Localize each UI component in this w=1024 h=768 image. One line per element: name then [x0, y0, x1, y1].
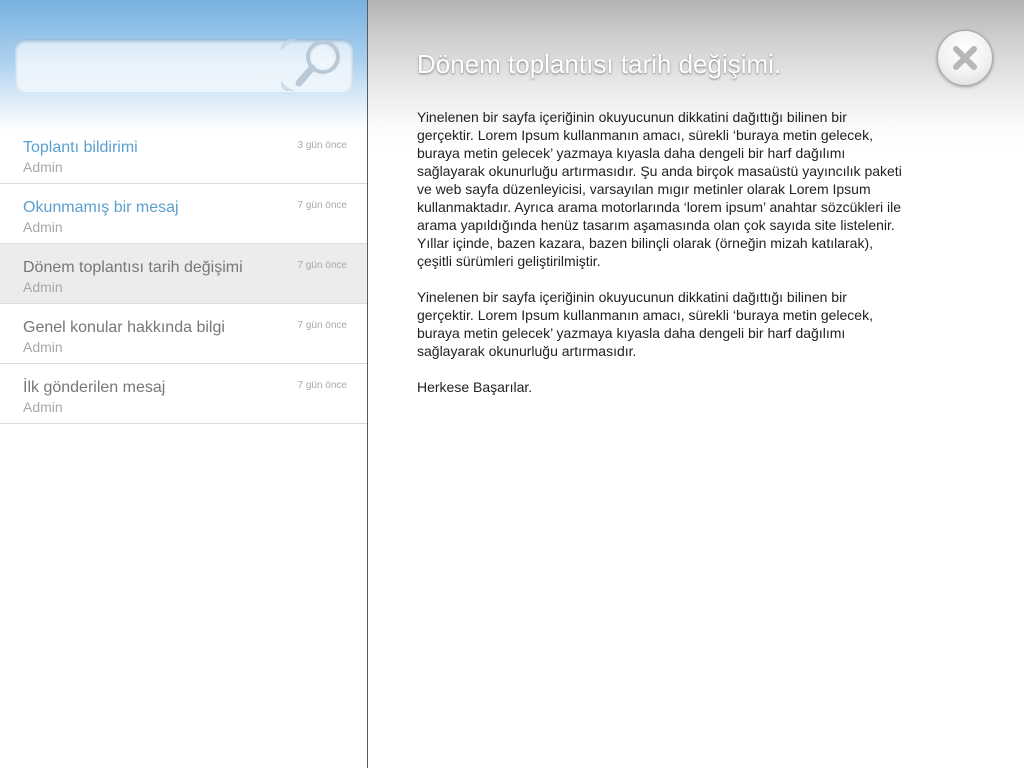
message-author: Admin — [23, 399, 63, 415]
message-author: Admin — [23, 279, 63, 295]
message-time: 7 gün önce — [297, 260, 348, 271]
message-body: Yinelenen bir sayfa içeriğinin okuyucunu… — [417, 108, 902, 414]
sidebar: Toplantı bildirimi Admin 3 gün önce Okun… — [0, 0, 368, 768]
message-author: Admin — [23, 219, 63, 235]
message-list: Toplantı bildirimi Admin 3 gün önce Okun… — [0, 124, 367, 424]
message-subject: Genel konular hakkında bilgi — [23, 319, 225, 336]
list-item[interactable]: Toplantı bildirimi Admin 3 gün önce — [0, 124, 367, 184]
body-signoff: Herkese Başarılar. — [417, 379, 533, 395]
message-detail: Dönem toplantısı tarih değişimi. Yinelen… — [368, 0, 1024, 768]
search-icon[interactable] — [281, 39, 353, 91]
message-time: 7 gün önce — [297, 320, 348, 331]
message-time: 7 gün önce — [297, 200, 348, 211]
message-author: Admin — [23, 159, 63, 175]
message-subject: Dönem toplantısı tarih değişimi — [23, 259, 243, 276]
close-button[interactable] — [937, 30, 993, 86]
search-input[interactable] — [27, 49, 281, 83]
list-item[interactable]: İlk gönderilen mesaj Admin 7 gün önce — [0, 364, 367, 424]
list-item[interactable]: Okunmamış bir mesaj Admin 7 gün önce — [0, 184, 367, 244]
message-subject: İlk gönderilen mesaj — [23, 379, 166, 396]
search-box[interactable] — [15, 39, 353, 91]
mail-app: Toplantı bildirimi Admin 3 gün önce Okun… — [0, 0, 1024, 768]
close-icon — [953, 46, 977, 70]
message-subject: Okunmamış bir mesaj — [23, 199, 179, 216]
message-subject: Toplantı bildirimi — [23, 139, 138, 156]
list-item[interactable]: Dönem toplantısı tarih değişimi Admin 7 … — [0, 244, 367, 304]
message-author: Admin — [23, 339, 63, 355]
list-item[interactable]: Genel konular hakkında bilgi Admin 7 gün… — [0, 304, 367, 364]
body-paragraph: Yinelenen bir sayfa içeriğinin okuyucunu… — [417, 289, 873, 359]
message-time: 3 gün önce — [297, 140, 348, 151]
sidebar-header — [0, 0, 367, 130]
message-time: 7 gün önce — [297, 380, 348, 391]
message-title: Dönem toplantısı tarih değişimi. — [417, 49, 782, 79]
body-paragraph: Yinelenen bir sayfa içeriğinin okuyucunu… — [417, 109, 902, 269]
